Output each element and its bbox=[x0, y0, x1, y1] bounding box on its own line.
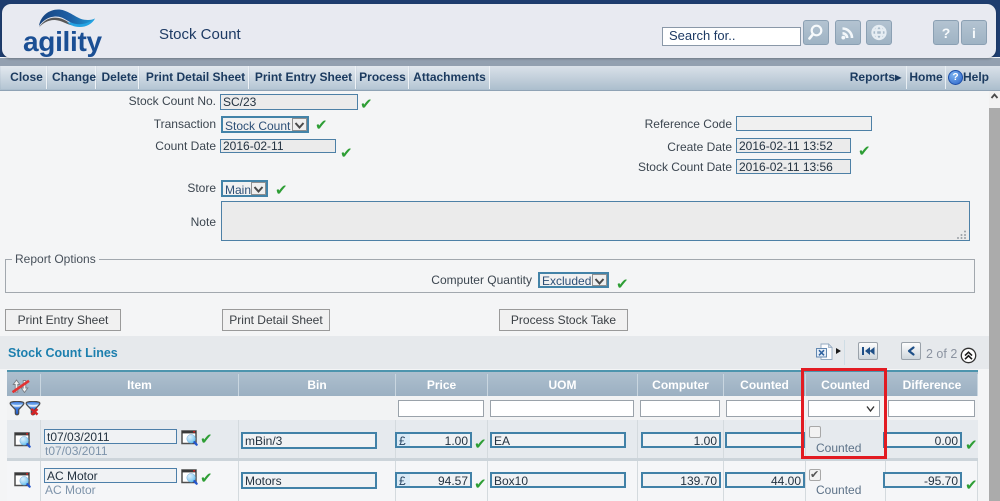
svg-text:agility: agility bbox=[23, 26, 103, 57]
